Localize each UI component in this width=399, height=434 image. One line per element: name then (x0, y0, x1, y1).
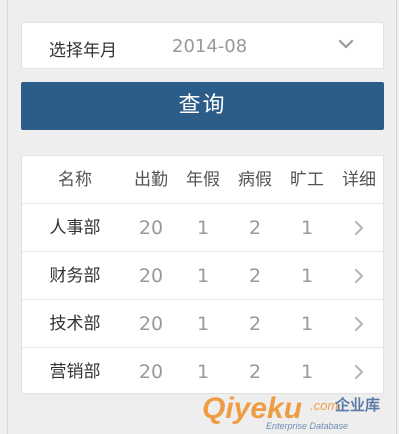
watermark-tagline: Enterprise Database (266, 421, 348, 431)
department-name: 人事部 (49, 218, 101, 238)
absent-value: 1 (300, 265, 314, 287)
column-header-sick-leave: 病假 (238, 170, 272, 190)
table-row[interactable]: 财务部 20 1 2 1 (22, 252, 383, 300)
query-button[interactable]: 查询 (21, 82, 384, 130)
table-row[interactable]: 人事部 20 1 2 1 (22, 204, 383, 252)
sick-leave-value: 2 (248, 265, 262, 287)
attendance-value: 20 (138, 265, 164, 287)
annual-leave-value: 1 (196, 265, 210, 287)
attendance-table: 名称 出勤 年假 病假 旷工 详细 人事部 20 1 2 1 财务部 20 1 … (21, 155, 384, 394)
department-name: 技术部 (49, 314, 101, 334)
sick-leave-value: 2 (248, 313, 262, 335)
chevron-right-icon[interactable] (352, 316, 366, 332)
absent-value: 1 (300, 217, 314, 239)
attendance-value: 20 (138, 217, 164, 239)
attendance-value: 20 (138, 361, 164, 383)
annual-leave-value: 1 (196, 217, 210, 239)
column-header-annual-leave: 年假 (186, 170, 220, 190)
month-selector[interactable]: 选择年月 2014-08 (21, 22, 384, 69)
department-name: 财务部 (49, 266, 101, 286)
column-header-detail: 详细 (342, 170, 376, 190)
month-selector-value[interactable]: 2014-08 (172, 36, 247, 57)
watermark-logo: Qiyeku .com 企业库 Enterprise Database (202, 392, 380, 431)
annual-leave-value: 1 (196, 313, 210, 335)
absent-value: 1 (300, 313, 314, 335)
chevron-right-icon[interactable] (352, 364, 366, 380)
chevron-right-icon[interactable] (352, 268, 366, 284)
column-header-name: 名称 (58, 170, 92, 190)
watermark-cn: 企业库 (334, 396, 380, 414)
page-border-right (396, 0, 397, 434)
column-header-attendance: 出勤 (134, 170, 168, 190)
department-name: 营销部 (49, 362, 101, 382)
chevron-right-icon[interactable] (352, 220, 366, 236)
sick-leave-value: 2 (248, 217, 262, 239)
attendance-value: 20 (138, 313, 164, 335)
column-header-absent: 旷工 (290, 170, 324, 190)
chevron-down-icon[interactable] (336, 34, 356, 54)
table-row[interactable]: 技术部 20 1 2 1 (22, 300, 383, 348)
month-selector-label: 选择年月 (49, 41, 117, 61)
page-border-left (7, 0, 8, 434)
table-header-row: 名称 出勤 年假 病假 旷工 详细 (22, 156, 383, 204)
